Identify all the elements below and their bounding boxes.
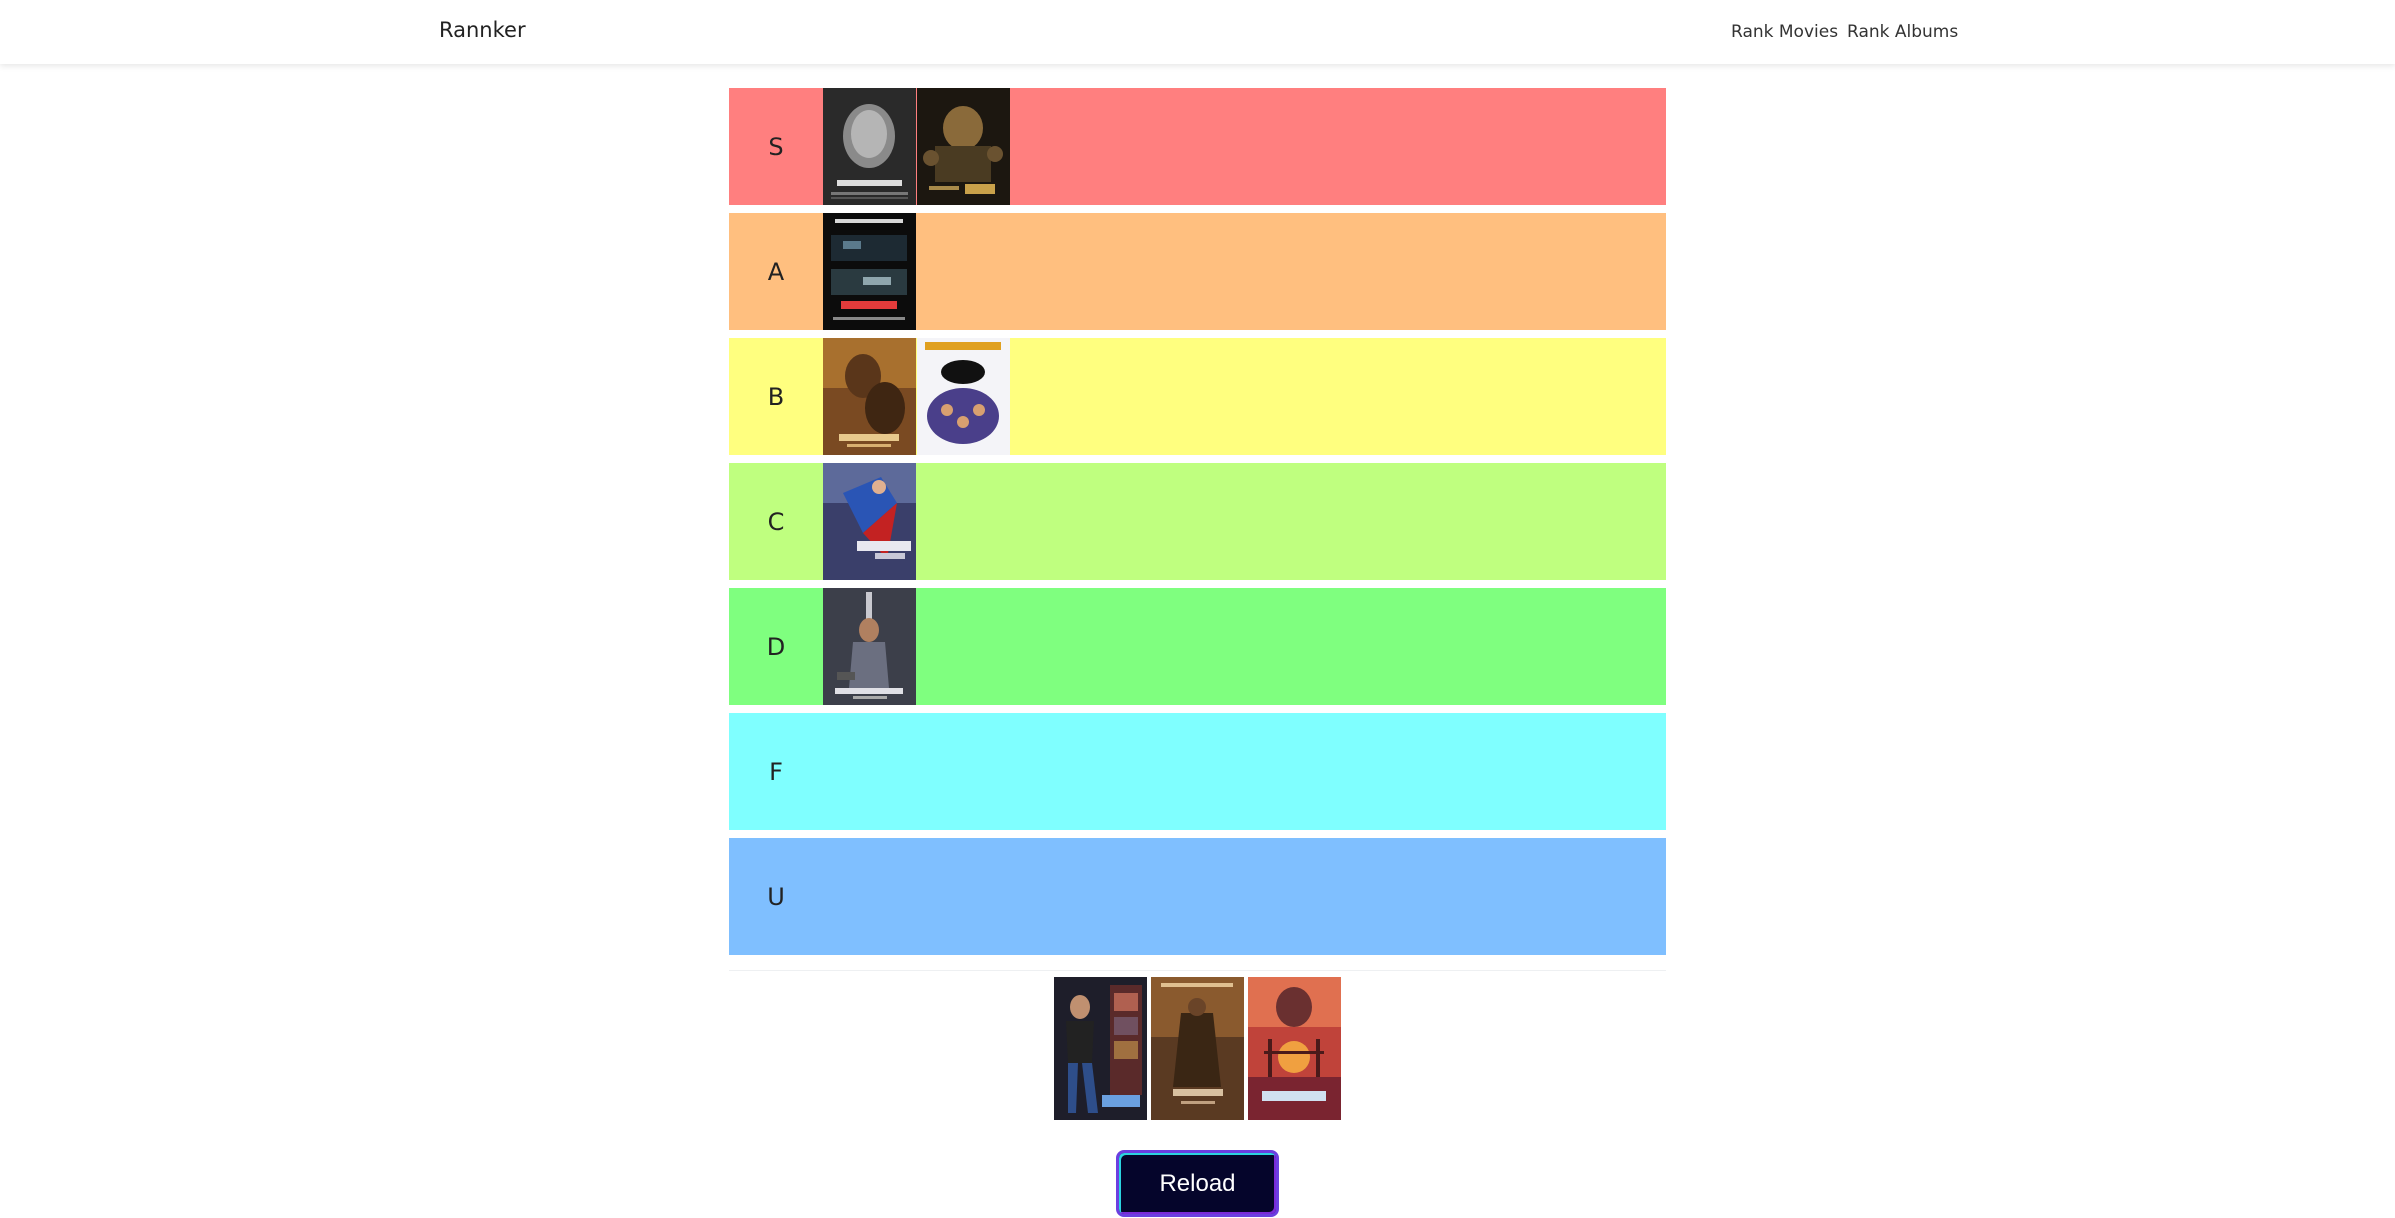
tier-row-d[interactable]: D <box>729 588 1666 705</box>
tier-row-s[interactable]: S <box>729 88 1666 205</box>
tier-label: F <box>769 757 783 786</box>
highlander-poster[interactable] <box>823 88 916 205</box>
tier-dropzone[interactable] <box>823 213 1666 330</box>
navbar: Rannker Rank Movies Rank Albums <box>0 0 2395 64</box>
tier-dropzone[interactable] <box>823 588 1666 705</box>
tier-list: S A B C D F U <box>729 88 1666 963</box>
tier-row-c[interactable]: C <box>729 463 1666 580</box>
tier-row-u[interactable]: U <box>729 838 1666 955</box>
tier-label: B <box>767 382 785 411</box>
tier-row-b[interactable]: B <box>729 338 1666 455</box>
tier-label: S <box>768 132 784 161</box>
road-house-poster[interactable] <box>1054 977 1147 1120</box>
tier-dropzone[interactable] <box>823 338 1666 455</box>
unranked-pool[interactable] <box>1054 977 1341 1120</box>
nav-rank-albums[interactable]: Rank Albums <box>1847 22 1958 42</box>
star-trek-iv-poster[interactable] <box>1248 977 1341 1120</box>
tier-dropzone[interactable] <box>823 88 1666 205</box>
last-of-the-mohicans-poster[interactable] <box>823 338 916 455</box>
superman-iv-poster[interactable] <box>823 463 916 580</box>
godfather-poster[interactable] <box>917 88 1010 205</box>
rear-window-poster[interactable] <box>823 213 916 330</box>
tier-label: U <box>767 882 785 911</box>
brand-logo[interactable]: Rannker <box>439 18 526 42</box>
tier-label: A <box>767 257 785 286</box>
divider <box>729 970 1666 971</box>
shawshank-redemption-poster[interactable] <box>1151 977 1244 1120</box>
tier-row-f[interactable]: F <box>729 713 1666 830</box>
tier-label: D <box>766 632 786 661</box>
police-academy-poster[interactable] <box>917 338 1010 455</box>
tier-dropzone[interactable] <box>823 713 1666 830</box>
tier-dropzone[interactable] <box>823 463 1666 580</box>
tier-label: C <box>767 507 785 536</box>
highlander-ii-poster[interactable] <box>823 588 916 705</box>
nav-rank-movies[interactable]: Rank Movies <box>1731 22 1838 42</box>
tier-row-a[interactable]: A <box>729 213 1666 330</box>
tier-dropzone[interactable] <box>823 838 1666 955</box>
reload-button[interactable]: Reload <box>1116 1150 1279 1217</box>
